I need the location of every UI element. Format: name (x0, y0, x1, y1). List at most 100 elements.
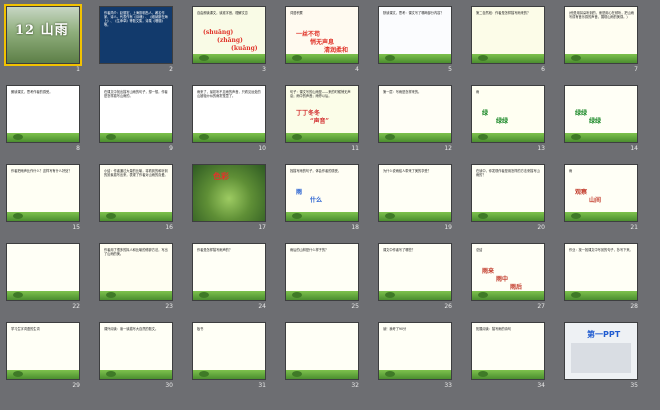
slide-content: 作者用了很多的拟人和比喻的修辞方法，写出了山雨的美。 (100, 244, 172, 300)
slide-content: 板书 (193, 323, 265, 379)
slide-text: 在课文中找出描写山雨的句子，想一想，作者是怎样描写山雨的。 (104, 90, 168, 98)
slide-highlight: (kuāng) (231, 45, 258, 52)
slide-number: 31 (258, 382, 266, 389)
slide-thumbnail-7[interactable]: (他是用耳朵听到的，而是用心在倾听，把山雨写成有音乐感的声音，展现山雨的美感。) (564, 6, 638, 64)
slide-content: 学习生字词语的生词 (7, 323, 79, 379)
slide-text: 雨后的山林是什么样子的？ (290, 248, 329, 252)
slide-thumbnail-27[interactable]: 总结 雨来 雨中 雨后 (471, 243, 545, 301)
slide-text: 自由朗读课文，读准字音，理解文意 (197, 11, 248, 15)
slide-content: 第二自然段：作者是怎样描写雨来的？ (472, 7, 544, 63)
slide-highlight: 绿绿 (575, 110, 588, 117)
slide-text: 默读课文，思考：课文写了哪两部分内容？ (383, 11, 444, 15)
slide-content: 朗读课文，思考作者的感受。 (7, 86, 79, 142)
slide-thumbnail-26[interactable]: 课文中作者写了哪些？ (378, 243, 452, 301)
slide-content: 作者是怎样描写雨声的？ (193, 244, 265, 300)
slide-number: 23 (165, 303, 173, 310)
slide-thumbnail-9[interactable]: 在课文中找出描写山雨的句子，想一想，作者是怎样描写山雨的。 (99, 85, 173, 143)
slide-thumbnail-32[interactable] (285, 322, 359, 380)
slide-thumbnail-13[interactable]: 雨绿绿绿 (471, 85, 545, 143)
slide-content: 默读课文，思考：课文写了哪两部分内容？ (379, 7, 451, 63)
decorative-grass-border (193, 370, 265, 379)
slide-thumbnail-10[interactable]: 雨来了，最初听不见雨的声音，只看见远处的山被轻纱似的雨雾笼罩了。 (192, 85, 266, 143)
slide-number: 26 (444, 303, 452, 310)
slide-thumbnail-35[interactable]: 第一PPT (564, 322, 638, 380)
slide-thumbnail-3[interactable]: 自由朗读课文，读准字音，理解文意 (shuāng) (zhāng) (kuāng) (192, 6, 266, 64)
slide-content: (他是用耳朵听到的，而是用心在倾听，把山雨写成有音乐感的声音，展现山雨的美感。) (565, 7, 637, 63)
slide-thumbnail-34[interactable]: 拓展阅读：描写雨的诗句 (471, 322, 545, 380)
slide-thumbnail-21[interactable]: 雨观察 山间 (564, 164, 638, 222)
slide-number: 6 (541, 66, 545, 73)
slide-text: 小结：作者通过大量的比喻，将看到的和听到的景象描写出来，表现了作者对山雨的喜爱。 (104, 169, 168, 177)
decorative-grass-border (472, 370, 544, 379)
slide-thumbnail-15[interactable]: 作者把雨声比作什么？这样写有什么好处？ (6, 164, 80, 222)
slide-content: 雨来了，最初听不见雨的声音，只看见远处的山被轻纱似的雨雾笼罩了。 (193, 86, 265, 142)
slide-text: 作者用了很多的拟人和比喻的修辞方法，写出了山雨的美。 (104, 248, 168, 256)
slide-content: 作业：找一找课文中写景的句子，抄写下来。 (565, 244, 637, 300)
slide-text: 雨 (476, 90, 480, 94)
slide-content: 作者把雨声比作什么？这样写有什么好处？ (7, 165, 79, 221)
slide-thumbnail-11[interactable]: 句子：课文写的山雨是——来的时候悄无声息；雨中的声音；雨停以后。 丁丁冬冬 “声音” (285, 85, 359, 143)
slide-text: 课文中作者写了哪些？ (383, 248, 415, 252)
slide-highlight: 雨 (296, 189, 303, 196)
slide-thumbnail-5[interactable]: 默读课文，思考：课文写了哪两部分内容？ (378, 6, 452, 64)
slide-thumbnail-25[interactable]: 雨后的山林是什么样子的？ (285, 243, 359, 301)
slide-thumbnail-4[interactable]: 词语积累一丝不苟悄无声息清润柔和朦朦胧胧 (285, 6, 359, 64)
slide-thumbnail-19[interactable]: 为什么说雨给人带来了美的享受？ (378, 164, 452, 222)
slide-number: 5 (448, 66, 452, 73)
slide-thumbnail-14[interactable]: 绿绿 绿绿 (564, 85, 638, 143)
slide-content: 找描写雨的句子，体会作者的感受。雨什么 (286, 165, 358, 221)
decorative-grass-border (100, 133, 172, 142)
slide-content: 课外阅读：读一读描写大自然的散文。 (100, 323, 172, 379)
slide-thumbnail-22[interactable] (6, 243, 80, 301)
slide-content: 雨后的山林是什么样子的？ (286, 244, 358, 300)
slide-thumbnail-24[interactable]: 作者是怎样描写雨声的？ (192, 243, 266, 301)
slide-text: 在读中，你发现作者是用怎样的方法来描写山雨的？ (476, 169, 540, 177)
slide-thumbnail-1[interactable]: 12 山雨 (4, 4, 82, 66)
slide-thumbnail-2[interactable]: 作者简介：赵丽宏，上海崇明岛人，著名作家、诗人。代表作有《诗魂》、《维纳斯在海上… (99, 6, 173, 64)
slide-highlight: 绿绿 (496, 118, 509, 125)
slide-thumbnail-30[interactable]: 课外阅读：读一读描写大自然的散文。 (99, 322, 173, 380)
slide-content: 在读中，你发现作者是用怎样的方法来描写山雨的？ (472, 165, 544, 221)
slide-number: 8 (76, 145, 80, 152)
slide-number: 18 (351, 224, 359, 231)
slide-content: 第一PPT (565, 323, 637, 379)
slide-text: 找描写雨的句子，体会作者的感受。 (290, 169, 341, 173)
slide-text: 板书 (197, 327, 204, 331)
slide-number: 32 (351, 382, 359, 389)
slide-content: 小结：作者通过大量的比喻，将看到的和听到的景象描写出来，表现了作者对山雨的喜爱。 (100, 165, 172, 221)
slide-content: 句子：课文写的山雨是——来的时候悄无声息；雨中的声音；雨停以后。 丁丁冬冬 “声音” (286, 86, 358, 142)
slide-thumbnail-31[interactable]: 板书 (192, 322, 266, 380)
slide-thumbnail-18[interactable]: 找描写雨的句子，体会作者的感受。雨什么 (285, 164, 359, 222)
slide-number: 1 (76, 66, 80, 73)
slide-number: 30 (165, 382, 173, 389)
slide-thumbnail-20[interactable]: 在读中，你发现作者是用怎样的方法来描写山雨的？ (471, 164, 545, 222)
slide-title: 12 山雨 (15, 23, 69, 38)
slide-number: 21 (630, 224, 638, 231)
slide-thumbnail-23[interactable]: 作者用了很多的拟人和比喻的修辞方法，写出了山雨的美。 (99, 243, 173, 301)
slide-number: 24 (258, 303, 266, 310)
decorative-grass-border (7, 291, 79, 300)
slide-number: 28 (630, 303, 638, 310)
slide-label: 色彩 (213, 171, 229, 181)
slide-thumbnail-17[interactable]: 色彩 (192, 164, 266, 222)
slide-number: 29 (72, 382, 80, 389)
slide-thumbnail-6[interactable]: 第二自然段：作者是怎样描写雨来的？ (471, 6, 545, 64)
slide-thumbnail-29[interactable]: 学习生字词语的生词 (6, 322, 80, 380)
slide-text: 课外阅读：读一读描写大自然的散文。 (104, 327, 159, 331)
slide-text: 雨来了，最初听不见雨的声音，只看见远处的山被轻纱似的雨雾笼罩了。 (197, 90, 261, 98)
slide-number: 27 (537, 303, 545, 310)
slide-text: 词语积累 (290, 11, 303, 15)
slide-highlight: 山间 (589, 197, 602, 204)
slide-number: 13 (537, 145, 545, 152)
slide-number: 10 (258, 145, 266, 152)
decorative-grass-border (193, 133, 265, 142)
slide-content: 第一层：写雨是怎样来的。 (379, 86, 451, 142)
slide-thumbnail-33[interactable]: 读！我考了90分 (378, 322, 452, 380)
slide-highlight: 雨后 (510, 284, 523, 291)
slide-thumbnail-8[interactable]: 朗读课文，思考作者的感受。 (6, 85, 80, 143)
slide-thumbnail-12[interactable]: 第一层：写雨是怎样来的。 (378, 85, 452, 143)
slide-thumbnail-28[interactable]: 作业：找一找课文中写景的句子，抄写下来。 (564, 243, 638, 301)
slide-thumbnail-16[interactable]: 小结：作者通过大量的比喻，将看到的和听到的景象描写出来，表现了作者对山雨的喜爱。 (99, 164, 173, 222)
decorative-grass-border (193, 291, 265, 300)
slide-text: 作者简介：赵丽宏，上海崇明岛人，著名作家、诗人。代表作有《诗魂》、《维纳斯在海上… (104, 11, 168, 27)
